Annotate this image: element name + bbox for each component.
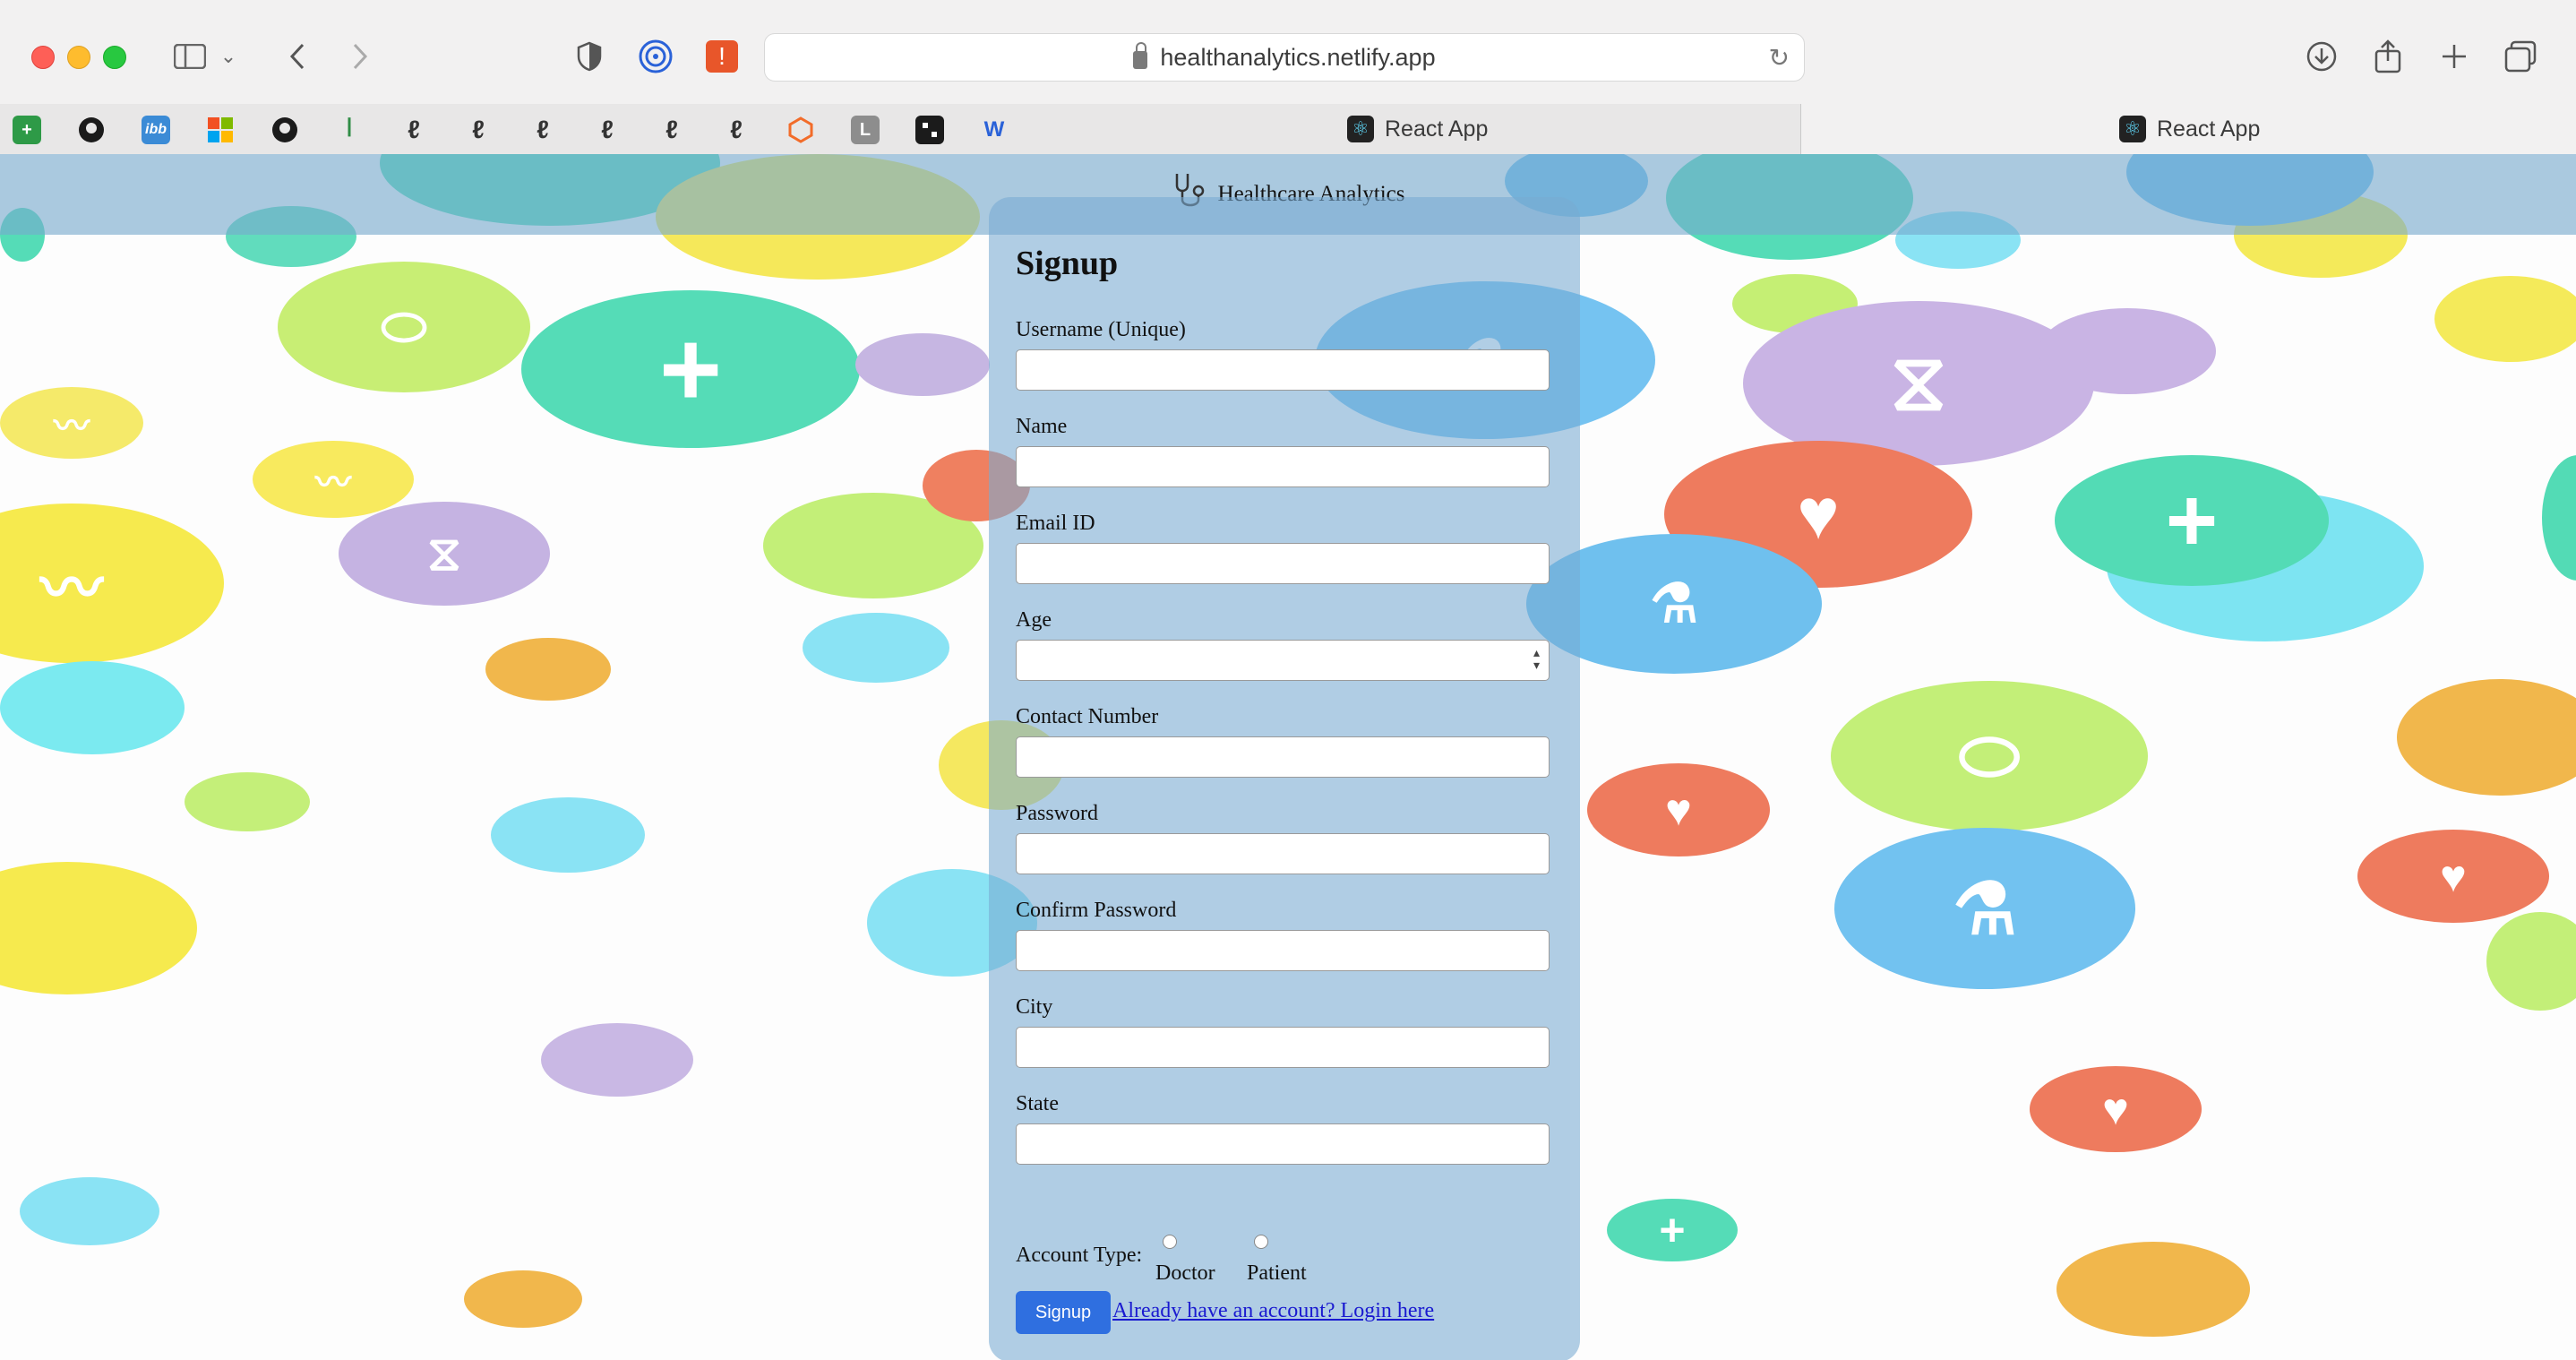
sidebar-toggle-icon[interactable] <box>167 34 213 79</box>
back-arrow-icon[interactable] <box>274 34 321 79</box>
tab-title: React App <box>2157 116 2261 142</box>
square-app-icon[interactable] <box>915 116 944 144</box>
new-tab-icon[interactable] <box>2431 34 2477 79</box>
tab-react-app-1[interactable]: ⚛ React App <box>1347 104 1488 154</box>
age-input[interactable]: ▴ ▾ <box>1016 640 1550 681</box>
share-icon[interactable] <box>2365 34 2411 79</box>
leetcode-icon[interactable]: ℓ <box>399 116 428 144</box>
confirm-password-label: Confirm Password <box>1016 899 1177 922</box>
plus-sheet-icon[interactable]: + <box>13 116 41 144</box>
reload-icon[interactable]: ↻ <box>1769 43 1790 73</box>
tab-divider <box>1800 104 1801 154</box>
email-label: Email ID <box>1016 512 1095 535</box>
url-text: healthanalytics.netlify.app <box>1160 43 1436 71</box>
tab-title: React App <box>1385 116 1489 142</box>
address-bar[interactable]: healthanalytics.netlify.app ↻ <box>764 33 1805 82</box>
signup-button[interactable]: Signup <box>1016 1291 1111 1334</box>
chevron-down-icon[interactable]: ⌄ <box>215 34 242 79</box>
city-label: City <box>1016 995 1053 1019</box>
signup-form-card: Signup Username (Unique) Name Email ID A… <box>989 197 1580 1360</box>
forward-arrow-icon[interactable] <box>337 34 383 79</box>
login-link[interactable]: Already have an account? Login here <box>1112 1299 1434 1323</box>
minimize-window-button[interactable] <box>67 46 90 69</box>
leetcode-icon[interactable]: ℓ <box>528 116 557 144</box>
geeksforgeeks-icon[interactable]: ꟾ <box>335 116 364 144</box>
email-input[interactable] <box>1016 543 1550 584</box>
download-icon[interactable] <box>2298 34 2345 79</box>
react-icon: ⚛ <box>2119 116 2146 142</box>
city-input[interactable] <box>1016 1027 1550 1068</box>
zoom-window-button[interactable] <box>103 46 126 69</box>
form-heading: Signup <box>1016 245 1119 282</box>
name-input[interactable] <box>1016 446 1550 487</box>
contact-label: Contact Number <box>1016 705 1159 728</box>
age-label: Age <box>1016 608 1052 632</box>
wordpress-icon[interactable]: W <box>980 116 1009 144</box>
web-page: ⬭ + 〰 〰 ⧖ 〰 ⚗ ⧖ ♥ ⚗ + ⬭ ♥ ⚗ ♥ <box>0 154 2576 1360</box>
doctor-radio[interactable] <box>1163 1235 1177 1249</box>
lock-icon <box>1133 42 1148 69</box>
patient-radio[interactable] <box>1254 1235 1268 1249</box>
username-input[interactable] <box>1016 349 1550 391</box>
tab-react-app-2[interactable]: ⚛ React App <box>2119 104 2260 154</box>
number-stepper-icon[interactable]: ▴ ▾ <box>1533 648 1540 673</box>
password-extension-icon[interactable] <box>632 34 679 79</box>
react-icon: ⚛ <box>1347 116 1374 142</box>
github-icon[interactable] <box>270 116 299 144</box>
microsoft-icon[interactable] <box>206 116 235 144</box>
privacy-shield-icon[interactable] <box>566 34 613 79</box>
github-icon[interactable] <box>77 116 106 144</box>
code-box-icon[interactable] <box>786 116 815 144</box>
leetcode-icon[interactable]: ℓ <box>657 116 686 144</box>
password-input[interactable] <box>1016 833 1550 874</box>
patient-radio-label: Patient <box>1247 1261 1307 1285</box>
contact-input[interactable] <box>1016 736 1550 778</box>
name-label: Name <box>1016 415 1068 438</box>
close-window-button[interactable] <box>31 46 55 69</box>
warning-extension-icon[interactable]: ! <box>699 34 745 79</box>
username-label: Username (Unique) <box>1016 318 1186 341</box>
leetcode-icon[interactable]: ℓ <box>464 116 493 144</box>
leetcode-icon[interactable]: ℓ <box>722 116 751 144</box>
l-letter-icon[interactable]: L <box>851 116 880 144</box>
tab-overview-icon[interactable] <box>2497 34 2544 79</box>
state-input[interactable] <box>1016 1123 1550 1165</box>
doctor-radio-label: Doctor <box>1155 1261 1215 1285</box>
browser-toolbar: ⌄ ! healthanalytics.netlify.app ↻ <box>0 0 2576 105</box>
account-type-label: Account Type: <box>1016 1244 1143 1267</box>
leetcode-icon[interactable]: ℓ <box>593 116 622 144</box>
confirm-password-input[interactable] <box>1016 930 1550 971</box>
ibb-icon[interactable]: ibb <box>142 116 170 144</box>
password-label: Password <box>1016 802 1099 825</box>
state-label: State <box>1016 1092 1059 1115</box>
